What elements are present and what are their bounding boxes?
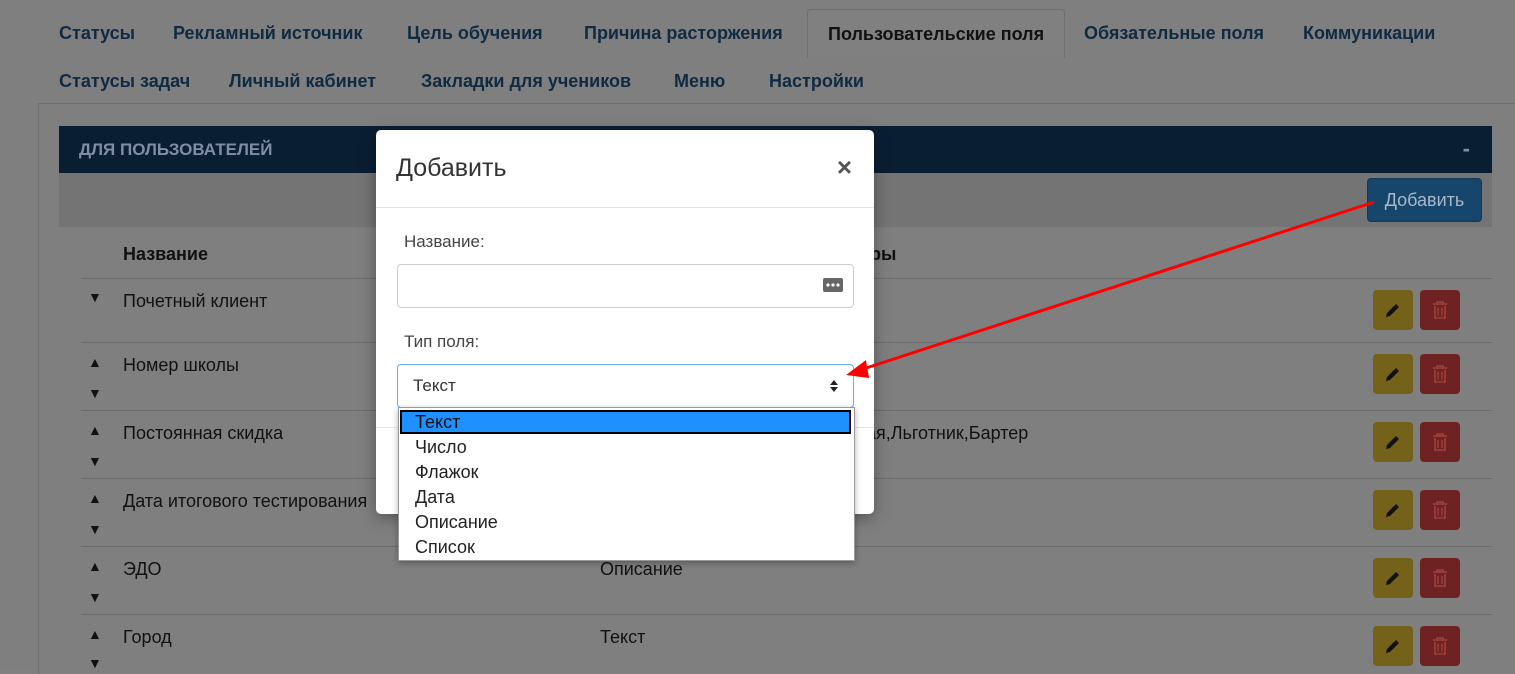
move-up-icon[interactable]: ▲ (88, 423, 102, 437)
option-date[interactable]: Дата (400, 485, 851, 510)
field-type-label: Тип поля: (404, 332, 480, 351)
tab-communications[interactable]: Коммуникации (1303, 23, 1435, 44)
tab-student-bookmarks[interactable]: Закладки для учеников (421, 71, 631, 92)
delete-button[interactable] (1420, 354, 1460, 394)
pencil-icon (1386, 436, 1399, 449)
option-description[interactable]: Описание (400, 510, 851, 535)
field-name: ЭДО (123, 559, 162, 579)
delete-button[interactable] (1420, 626, 1460, 666)
field-name: Город (123, 627, 172, 647)
pencil-icon (1386, 368, 1399, 381)
move-down-icon[interactable]: ▼ (88, 656, 102, 670)
move-up-icon[interactable]: ▲ (88, 559, 102, 573)
field-name: Почетный клиент (123, 291, 268, 311)
edit-button[interactable] (1373, 290, 1413, 330)
field-type: Текст (600, 627, 646, 647)
trash-icon (1433, 637, 1447, 655)
pencil-icon (1386, 504, 1399, 517)
move-up-icon[interactable]: ▲ (88, 627, 102, 641)
trash-icon (1433, 301, 1447, 319)
edit-button[interactable] (1373, 490, 1413, 530)
tab-menu[interactable]: Меню (674, 71, 725, 92)
move-up-icon[interactable]: ▲ (88, 355, 102, 369)
delete-button[interactable] (1420, 558, 1460, 598)
move-down-icon[interactable]: ▼ (88, 290, 102, 304)
name-label: Название: (404, 232, 485, 251)
trash-icon (1433, 365, 1447, 383)
option-text[interactable]: Текст (400, 410, 851, 434)
field-params: ная,Льготник,Бартер (856, 423, 1029, 443)
trash-icon (1433, 501, 1447, 519)
column-header-name: Название (123, 244, 208, 264)
password-manager-icon[interactable] (823, 277, 843, 293)
close-icon[interactable]: × (837, 152, 852, 183)
field-name: Номер школы (123, 355, 239, 375)
delete-button[interactable] (1420, 490, 1460, 530)
panel-title: ДЛЯ ПОЛЬЗОВАТЕЛЕЙ (79, 140, 273, 159)
modal-header-divider (376, 207, 874, 208)
pencil-icon (1386, 572, 1399, 585)
pencil-icon (1386, 640, 1399, 653)
move-down-icon[interactable]: ▼ (88, 590, 102, 604)
delete-button[interactable] (1420, 290, 1460, 330)
move-down-icon[interactable]: ▼ (88, 386, 102, 400)
field-name: Постоянная скидка (123, 423, 284, 443)
tab-termination-reason[interactable]: Причина расторжения (584, 23, 783, 44)
field-type-value: Текст (413, 376, 456, 395)
edit-button[interactable] (1373, 626, 1413, 666)
trash-icon (1433, 433, 1447, 451)
select-arrows-icon (830, 380, 838, 392)
edit-button[interactable] (1373, 354, 1413, 394)
field-name: Дата итогового тестирования (123, 491, 368, 511)
tab-learning-goal[interactable]: Цель обучения (407, 23, 543, 44)
tab-custom-fields[interactable]: Пользовательские поля (807, 9, 1066, 58)
move-down-icon[interactable]: ▼ (88, 454, 102, 468)
option-checkbox[interactable]: Флажок (400, 460, 851, 485)
row-divider (81, 614, 1492, 615)
tab-personal-cabinet[interactable]: Личный кабинет (229, 71, 376, 92)
tab-settings[interactable]: Настройки (769, 71, 864, 92)
move-down-icon[interactable]: ▼ (88, 522, 102, 536)
tab-required-fields[interactable]: Обязательные поля (1084, 23, 1264, 44)
tab-task-statuses[interactable]: Статусы задач (59, 71, 190, 92)
tab-statuses[interactable]: Статусы (59, 23, 135, 44)
field-type: Описание (600, 559, 683, 579)
pencil-icon (1386, 304, 1399, 317)
name-input[interactable] (397, 264, 854, 308)
option-number[interactable]: Число (400, 435, 851, 460)
delete-button[interactable] (1420, 422, 1460, 462)
field-type-dropdown: Текст Число Флажок Дата Описание Список (398, 407, 855, 561)
field-type-select[interactable]: Текст (397, 364, 854, 408)
add-field-button[interactable]: Добавить (1367, 178, 1482, 222)
tab-ad-source[interactable]: Рекламный источник (173, 23, 362, 44)
edit-button[interactable] (1373, 558, 1413, 598)
move-up-icon[interactable]: ▲ (88, 491, 102, 505)
option-list[interactable]: Список (400, 535, 851, 560)
modal-title: Добавить (396, 154, 507, 182)
collapse-button[interactable]: - (1463, 136, 1470, 162)
trash-icon (1433, 569, 1447, 587)
edit-button[interactable] (1373, 422, 1413, 462)
